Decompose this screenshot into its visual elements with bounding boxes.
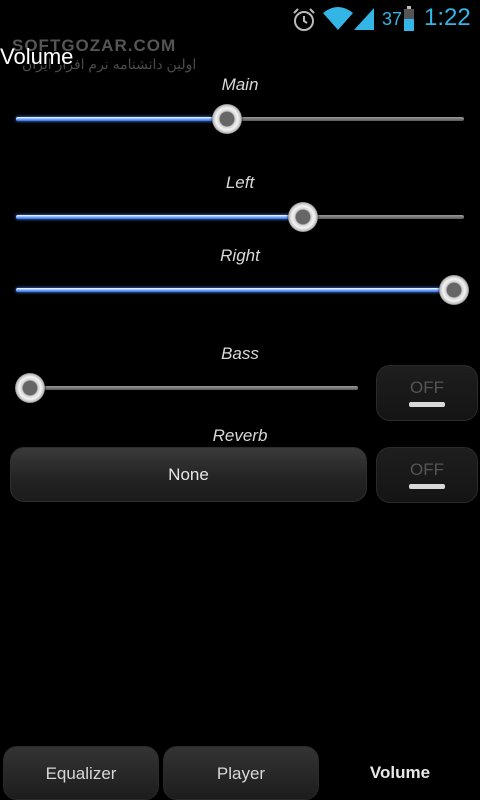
reverb-label: Reverb — [212, 426, 268, 445]
bass-label: Bass — [221, 344, 259, 363]
screen: 37 1:22 SOFTGOZAR.COM اولین دانشنامه نرم… — [0, 0, 480, 800]
slider-thumb[interactable] — [287, 202, 318, 232]
tab-equalizer-label: Equalizer — [45, 764, 117, 783]
status-bar: 37 1:22 — [0, 0, 480, 38]
left-label: Left — [225, 173, 255, 192]
toggle-indicator — [409, 484, 445, 489]
reverb-preset-button[interactable]: None — [10, 447, 367, 502]
slider-fill — [16, 117, 227, 121]
bass-toggle-label: OFF — [410, 378, 444, 397]
right-label: Right — [220, 246, 260, 265]
slider-fill — [16, 215, 303, 219]
alarm-icon — [291, 7, 317, 38]
slider-thumb[interactable] — [15, 373, 45, 403]
right-slider[interactable] — [16, 275, 469, 305]
main-label: Main — [221, 75, 259, 94]
wifi-icon — [322, 5, 354, 36]
tab-player-label: Player — [216, 764, 266, 783]
tab-equalizer[interactable]: Equalizer — [3, 746, 159, 800]
bass-slider[interactable] — [15, 373, 358, 403]
signal-icon — [352, 6, 376, 37]
reverb-toggle[interactable]: OFF — [376, 447, 478, 503]
clock: 1:22 — [424, 4, 471, 31]
toggle-indicator — [409, 402, 445, 407]
slider-fill — [16, 288, 454, 292]
slider-track — [30, 386, 358, 390]
battery-percent: 37 — [382, 9, 403, 29]
tab-player[interactable]: Player — [163, 746, 319, 800]
slider-thumb[interactable] — [211, 104, 242, 134]
reverb-toggle-label: OFF — [410, 460, 444, 479]
slider-thumb[interactable] — [439, 275, 469, 305]
reverb-preset-label: None — [168, 465, 209, 484]
battery-icon — [404, 6, 414, 37]
left-slider[interactable] — [16, 202, 464, 232]
main-slider[interactable] — [16, 104, 464, 134]
tab-volume[interactable]: Volume — [323, 746, 477, 798]
bass-toggle[interactable]: OFF — [376, 365, 478, 421]
page-title: Volume — [0, 44, 74, 69]
tab-volume-label: Volume — [369, 763, 431, 782]
